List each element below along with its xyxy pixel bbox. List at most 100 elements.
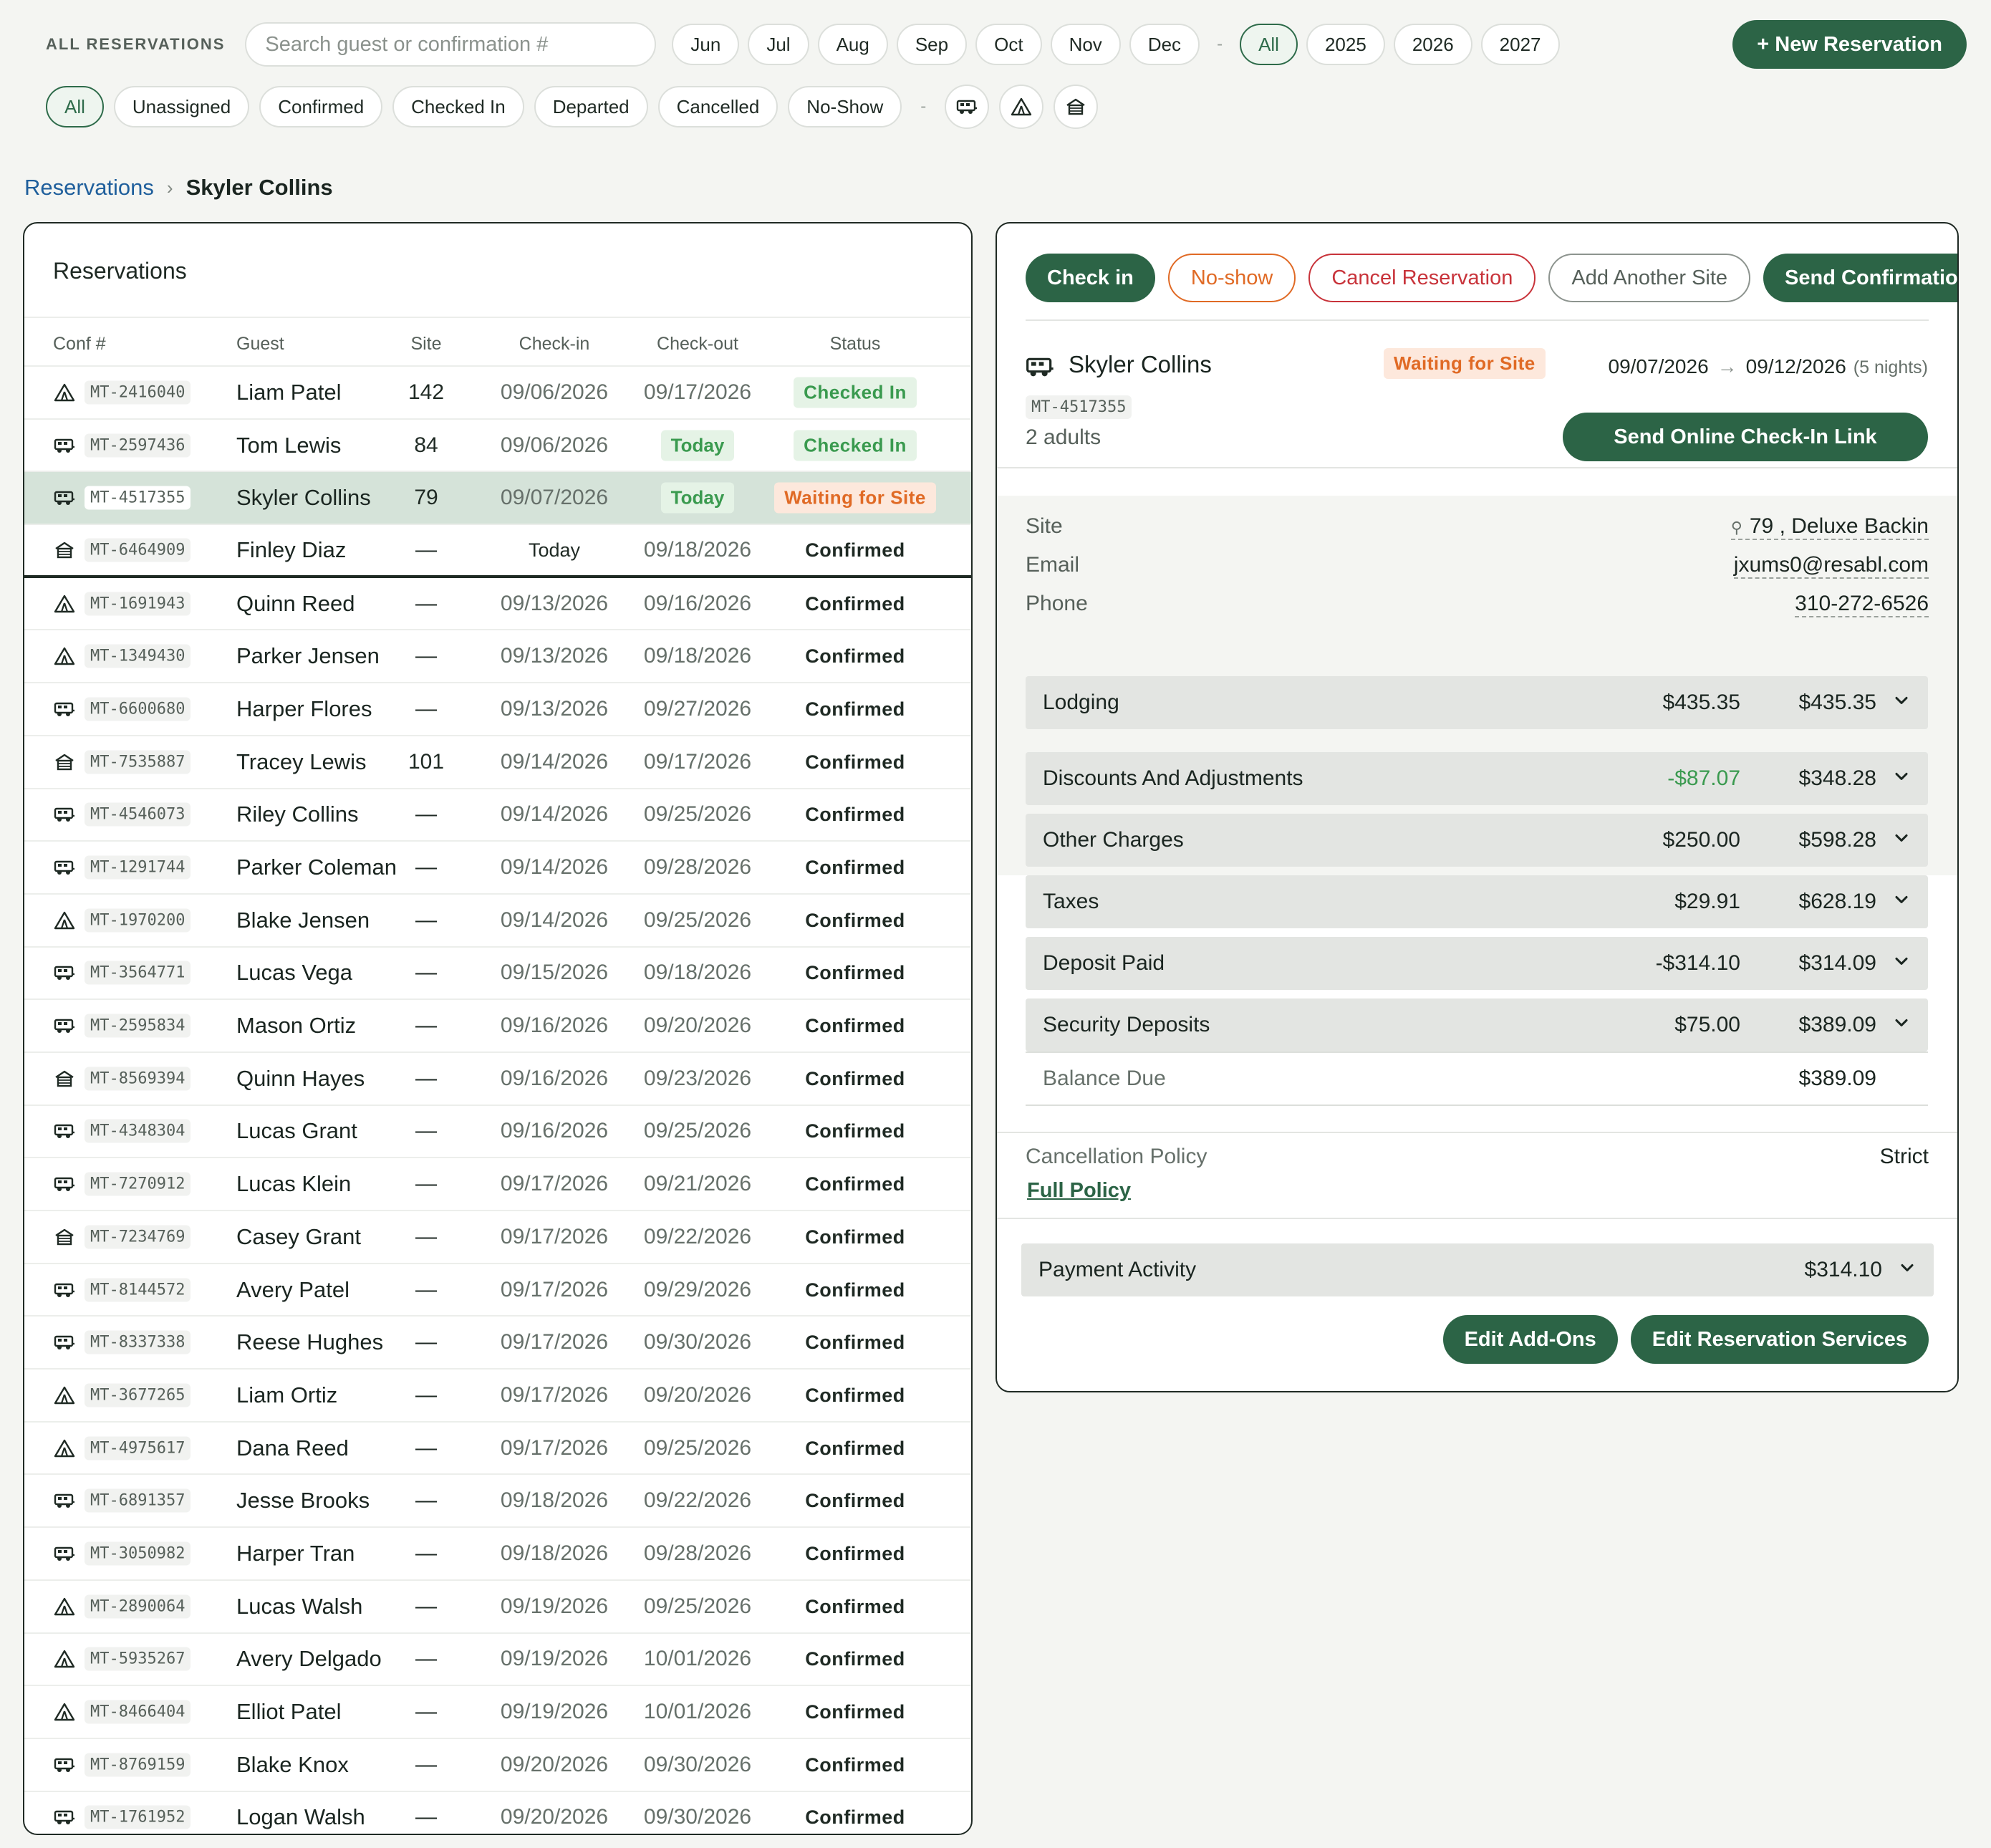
table-row[interactable]: MT-8337338 Reese Hughes — 09/17/2026 09/30/2…	[24, 1317, 971, 1370]
new-reservation-button[interactable]: + New Reservation	[1732, 20, 1967, 69]
table-row[interactable]: MT-4975617 Dana Reed — 09/17/2026 09/25/2026…	[24, 1423, 971, 1476]
send-online-checkin-link-button[interactable]: Send Online Check-In Link	[1563, 413, 1928, 461]
table-row[interactable]: MT-2595834 Mason Ortiz — 09/16/2026 09/20/20…	[24, 1000, 971, 1053]
checkout-cell: 09/17/2026	[643, 380, 752, 404]
rv-icon	[53, 961, 76, 984]
tent-icon	[53, 645, 76, 668]
status-badge: Confirmed	[805, 857, 905, 879]
table-row[interactable]: MT-7270912 Lucas Klein — 09/17/2026 09/21/20…	[24, 1158, 971, 1211]
status-filter-unassigned[interactable]: Unassigned	[113, 86, 250, 127]
table-row[interactable]: MT-8466404 Elliot Patel — 09/19/2026 10/01/2…	[24, 1686, 971, 1739]
rv-icon	[53, 1542, 76, 1565]
phone-value[interactable]: 310-272-6526	[1795, 592, 1929, 617]
status-filter-checked-in[interactable]: Checked In	[392, 86, 524, 127]
cabin-icon	[53, 751, 76, 774]
column-header-checkout[interactable]: Check-out	[626, 334, 769, 355]
table-row[interactable]: MT-1291744 Parker Coleman — 09/14/2026 09/28…	[24, 842, 971, 895]
month-filter-jul[interactable]: Jul	[748, 24, 809, 65]
table-row[interactable]: MT-5935267 Avery Delgado — 09/19/2026 10/01/…	[24, 1634, 971, 1687]
column-header-conf[interactable]: Conf #	[53, 334, 106, 355]
status-badge: Confirmed	[805, 1806, 905, 1829]
table-row[interactable]: MT-8569394 Quinn Hayes — 09/16/2026 09/23/20…	[24, 1053, 971, 1106]
year-filter-all[interactable]: All	[1240, 24, 1298, 65]
column-header-status[interactable]: Status	[769, 334, 941, 355]
type-filter-cabin[interactable]	[1054, 85, 1099, 129]
table-row[interactable]: MT-3564771 Lucas Vega — 09/15/2026 09/18/202…	[24, 948, 971, 1001]
charge-line-row[interactable]: Lodging $435.35 $435.35	[1026, 676, 1928, 729]
guest-cell: Avery Patel	[236, 1276, 349, 1302]
status-filter-departed[interactable]: Departed	[534, 86, 648, 127]
edit-add-ons-button[interactable]: Edit Add-Ons	[1442, 1315, 1618, 1364]
month-filter-oct[interactable]: Oct	[975, 24, 1042, 65]
site-cell: —	[415, 961, 437, 985]
month-filter-nov[interactable]: Nov	[1050, 24, 1121, 65]
site-value-text: 79 , Deluxe Backin	[1749, 514, 1929, 538]
send-confirmation-button[interactable]: Send Confirmation	[1763, 254, 1957, 302]
table-row[interactable]: MT-6464909 Finley Diaz — Today 09/18/2026 Con…	[24, 525, 971, 578]
no-show-button[interactable]: No-show	[1167, 254, 1296, 302]
status-filter-all[interactable]: All	[46, 86, 104, 127]
year-filter-2025[interactable]: 2025	[1306, 24, 1385, 65]
site-cell: 79	[414, 486, 438, 510]
payment-activity-row[interactable]: Payment Activity $314.10	[1021, 1243, 1934, 1296]
table-row[interactable]: MT-1761952 Logan Walsh — 09/20/2026 09/30/20…	[24, 1792, 971, 1834]
table-row[interactable]: MT-2597436 Tom Lewis 84 09/06/2026 Today Chec…	[24, 420, 971, 473]
status-filter-no-show[interactable]: No-Show	[788, 86, 902, 127]
status-badge: Confirmed	[805, 698, 905, 720]
edit-reservation-services-button[interactable]: Edit Reservation Services	[1630, 1315, 1929, 1364]
month-filter-aug[interactable]: Aug	[817, 24, 888, 65]
charge-line-row[interactable]: Other Charges $250.00 $598.28	[1026, 814, 1928, 867]
reservations-list-title: Reservations	[53, 258, 187, 284]
table-row[interactable]: MT-4348304 Lucas Grant — 09/16/2026 09/25/20…	[24, 1106, 971, 1159]
checkout-cell: 09/30/2026	[643, 1805, 752, 1829]
charge-line-row[interactable]: Taxes $29.91 $628.19	[1026, 875, 1928, 928]
confirmation-number: MT-8144572	[85, 1278, 191, 1302]
table-row[interactable]: MT-1970200 Blake Jensen — 09/14/2026 09/25/2…	[24, 895, 971, 948]
column-header-guest[interactable]: Guest	[236, 334, 284, 355]
guest-cell: Skyler Collins	[236, 485, 371, 511]
table-row[interactable]: MT-7234769 Casey Grant — 09/17/2026 09/22/20…	[24, 1211, 971, 1264]
breadcrumb-reservations-link[interactable]: Reservations	[24, 175, 154, 201]
rv-icon	[53, 803, 76, 826]
charge-line-row[interactable]: Security Deposits $75.00 $389.09	[1026, 998, 1928, 1051]
table-row[interactable]: MT-6891357 Jesse Brooks — 09/18/2026 09/22/2…	[24, 1475, 971, 1529]
email-value[interactable]: jxums0@resabl.com	[1733, 553, 1929, 579]
confirmation-number: MT-2597436	[85, 433, 191, 458]
table-row[interactable]: MT-4546073 Riley Collins — 09/14/2026 09/25/…	[24, 789, 971, 842]
type-filter-tent[interactable]	[999, 85, 1044, 129]
table-row[interactable]: MT-2416040 Liam Patel 142 09/06/2026 09/17/2…	[24, 367, 971, 420]
add-another-site-button[interactable]: Add Another Site	[1548, 254, 1751, 302]
month-filter-jun[interactable]: Jun	[672, 24, 740, 65]
charge-line-row[interactable]: Deposit Paid -$314.10 $314.09	[1026, 937, 1928, 990]
table-row[interactable]: MT-7535887 Tracey Lewis 101 09/14/2026 09/17…	[24, 736, 971, 789]
table-row[interactable]: MT-8144572 Avery Patel — 09/17/2026 09/29/20…	[24, 1264, 971, 1317]
rv-icon	[53, 698, 76, 721]
table-row[interactable]: MT-3677265 Liam Ortiz — 09/17/2026 09/20/202…	[24, 1370, 971, 1423]
month-filter-dec[interactable]: Dec	[1129, 24, 1200, 65]
year-filter-2027[interactable]: 2027	[1480, 24, 1560, 65]
table-row[interactable]: MT-4517355 Skyler Collins 79 09/07/2026 Toda…	[24, 472, 971, 526]
year-filter-2026[interactable]: 2026	[1393, 24, 1472, 65]
site-value[interactable]: ⚲ 79 , Deluxe Backin	[1730, 514, 1929, 540]
cancel-reservation-button[interactable]: Cancel Reservation	[1308, 254, 1536, 302]
column-header-checkin[interactable]: Check-in	[483, 334, 626, 355]
column-header-site[interactable]: Site	[394, 334, 458, 355]
status-cell: Confirmed	[769, 1647, 941, 1671]
charge-line-row[interactable]: Discounts And Adjustments -$87.07 $348.28	[1026, 752, 1928, 805]
status-badge: Confirmed	[805, 1226, 905, 1248]
status-filter-confirmed[interactable]: Confirmed	[259, 86, 383, 127]
table-row[interactable]: MT-8769159 Blake Knox — 09/20/2026 09/30/202…	[24, 1739, 971, 1792]
type-filter-rv[interactable]	[945, 85, 990, 129]
full-policy-link[interactable]: Full Policy	[1027, 1179, 1131, 1203]
status-filter-cancelled[interactable]: Cancelled	[657, 86, 778, 127]
month-filter-sep[interactable]: Sep	[896, 24, 968, 65]
table-row[interactable]: MT-2890064 Lucas Walsh — 09/19/2026 09/25/20…	[24, 1581, 971, 1634]
check-in-button[interactable]: Check in	[1026, 254, 1155, 302]
guest-cell: Blake Knox	[236, 1751, 349, 1777]
table-row[interactable]: MT-3050982 Harper Tran — 09/18/2026 09/28/20…	[24, 1528, 971, 1581]
table-row[interactable]: MT-1691943 Quinn Reed — 09/13/2026 09/16/202…	[24, 578, 971, 631]
table-row[interactable]: MT-1349430 Parker Jensen — 09/13/2026 09/18/…	[24, 630, 971, 684]
table-row[interactable]: MT-6600680 Harper Flores — 09/13/2026 09/27/…	[24, 683, 971, 736]
phone-row: Phone 310-272-6526	[1026, 592, 1929, 620]
search-input[interactable]: Search guest or confirmation #	[245, 22, 657, 67]
